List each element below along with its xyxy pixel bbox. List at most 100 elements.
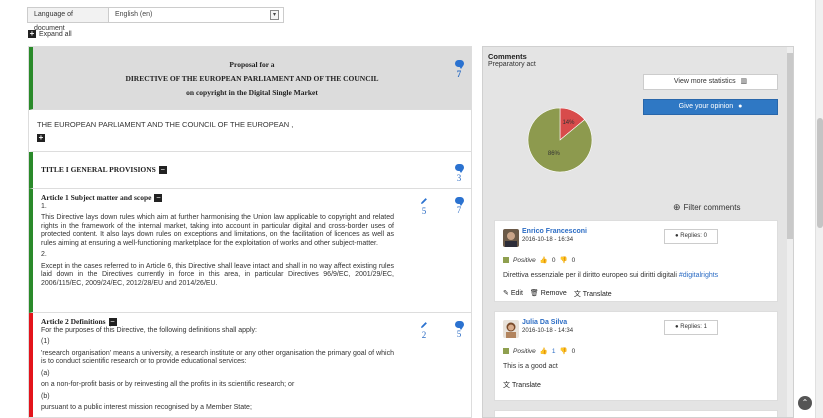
title-comments-counter[interactable]: 3 (452, 164, 466, 183)
title-section: TITLE I GENERAL PROVISIONS − 3 (29, 152, 471, 189)
speech-bubble-icon: ● (675, 324, 679, 330)
collapse-minus-icon[interactable]: − (158, 165, 167, 174)
avatar (503, 229, 519, 247)
page-scrollbar[interactable] (815, 0, 823, 418)
comment-actions: 文 Translate (503, 380, 541, 390)
pencil-icon: ✎ (503, 290, 509, 297)
comments-scrollbar-thumb[interactable] (787, 53, 793, 239)
thumbs-up-icon[interactable]: 👍 (540, 256, 548, 264)
language-dropdown[interactable]: English (en) ▾ (109, 8, 283, 22)
comment-count: 5 (456, 329, 462, 339)
positive-square-icon (503, 257, 509, 263)
pencil-icon (421, 198, 427, 204)
give-opinion-button[interactable]: Give your opinion ● (643, 99, 778, 115)
thumbs-down-icon[interactable]: 👎 (559, 256, 567, 264)
article-2-paragraph-1: 'research organisation' means a universi… (41, 349, 394, 366)
article-2-edits-counter[interactable]: 2 (417, 321, 431, 340)
article-2-intro: For the purposes of this Directive, the … (41, 326, 257, 334)
comment-author[interactable]: Enrico Francesconi (522, 228, 587, 235)
comment-text-row: Direttiva essenziale per il diritto euro… (503, 272, 718, 279)
edit-count: 2 (421, 330, 427, 340)
article-1-paragraph-1: This Directive lays down rules which aim… (41, 214, 394, 247)
article-1-edits-counter[interactable]: 5 (417, 197, 431, 216)
edit-label: Edit (510, 290, 523, 297)
expand-all-button[interactable]: + Expand all (28, 30, 72, 38)
translate-label: Translate (511, 382, 541, 389)
proposal-header: Proposal for a DIRECTIVE OF THE EUROPEAN… (29, 47, 471, 110)
proposal-line-1: Proposal for a (229, 60, 275, 69)
like-count: 1 (551, 347, 556, 355)
replies-label: Replies: 0 (680, 233, 707, 239)
comment-text-row: This is a good act (503, 363, 558, 370)
article-1-paragraph-2: Except in the cases referred to in Artic… (41, 262, 394, 287)
edit-link[interactable]: ✎ Edit (503, 289, 523, 299)
article-2-number-1: (1) (41, 338, 50, 345)
translate-link[interactable]: 文 Translate (503, 380, 541, 390)
article-1-number-1: 1. (41, 202, 47, 210)
article-1-comments-counter[interactable]: 7 (452, 197, 466, 215)
plus-icon: + (28, 29, 36, 38)
positive-square-icon (503, 348, 509, 354)
proposal-comments-counter[interactable]: 7 (452, 60, 466, 79)
comment-actions: ✎ Edit 🗑 Remove 文 Translate (503, 289, 612, 299)
comments-scrollbar[interactable] (787, 47, 793, 417)
sentiment-label: Positive (513, 256, 536, 264)
proposal-line-2: DIRECTIVE OF THE EUROPEAN PARLIAMENT AND… (125, 74, 379, 83)
comment-votes: Positive 👍 0 👎 0 (503, 256, 575, 264)
bar-chart-icon: ▥ (740, 78, 748, 85)
thumbs-down-icon[interactable]: 👎 (559, 347, 567, 355)
parliament-section: THE EUROPEAN PARLIAMENT AND THE COUNCIL … (29, 110, 471, 152)
title-heading: TITLE I GENERAL PROVISIONS − (41, 165, 167, 174)
comment-author[interactable]: Julia Da Silva (522, 319, 567, 326)
article-2-comments-counter[interactable]: 5 (452, 321, 466, 339)
view-statistics-label: View more statistics (673, 78, 736, 85)
edit-count: 5 (421, 206, 427, 216)
zoom-icon: ⊕ (673, 202, 681, 212)
comments-subtitle: Preparatory act (488, 61, 536, 68)
speech-bubble-icon: ● (738, 103, 743, 110)
page-scrollbar-thumb[interactable] (817, 118, 823, 228)
dropdown-caret-icon[interactable]: ▾ (270, 10, 279, 20)
comment-date: 2016-10-18 - 16:34 (522, 237, 574, 243)
language-selector[interactable]: Language of document English (en) ▾ (27, 7, 284, 32)
collapse-minus-icon[interactable]: − (154, 194, 163, 203)
replies-button[interactable]: ● Replies: 1 (664, 320, 718, 335)
article-2-paragraph-a: on a non-for-profit basis or by reinvest… (41, 381, 295, 388)
translate-link[interactable]: 文 Translate (574, 289, 612, 299)
scroll-to-top-icon[interactable]: ⌃ (798, 396, 812, 410)
comment-card: Enrico Francesconi 2016-10-18 - 16:34 ● … (494, 220, 778, 302)
article-1-title: Article 1 Subject matter and scope (41, 193, 152, 202)
trash-icon: 🗑 (529, 290, 539, 297)
parliament-text: THE EUROPEAN PARLIAMENT AND THE COUNCIL … (37, 120, 294, 129)
thumbs-up-icon[interactable]: 👍 (540, 347, 548, 355)
like-count: 0 (551, 256, 556, 264)
comment-votes: Positive 👍 1 👎 0 (503, 347, 575, 355)
comment-count: 3 (456, 173, 462, 183)
filter-comments-button[interactable]: ⊕ Filter comments (673, 202, 740, 213)
remove-label: Remove (540, 290, 567, 297)
dislike-count: 0 (571, 347, 576, 355)
comment-text: Direttiva essenziale per il diritto euro… (503, 272, 677, 279)
replies-button[interactable]: ● Replies: 0 (664, 229, 718, 244)
pie-label-0: 14% (562, 120, 575, 126)
article-2-number-b: (b) (41, 392, 50, 400)
hashtag-link[interactable]: #digitalrights (679, 272, 718, 279)
comment-bubble-icon (454, 60, 464, 69)
comments-panel: Comments Preparatory act View more stati… (482, 46, 794, 418)
translate-icon: 文 (573, 291, 581, 298)
translate-label: Translate (582, 291, 612, 298)
comment-bubble-icon (454, 321, 464, 330)
expand-plus-icon[interactable]: + (37, 134, 45, 142)
title-label: TITLE I GENERAL PROVISIONS (41, 165, 156, 174)
comment-text: This is a good act (503, 363, 558, 370)
remove-link[interactable]: 🗑 Remove (530, 289, 567, 299)
view-statistics-button[interactable]: View more statistics ▥ (643, 74, 778, 90)
expand-all-label: Expand all (39, 30, 72, 38)
comment-date: 2016-10-18 - 14:34 (522, 328, 574, 334)
comment-card: Julia Da Silva 2016-10-18 - 14:34 ● Repl… (494, 311, 778, 401)
avatar (503, 320, 519, 338)
comment-bubble-icon (454, 164, 464, 173)
article-2-section: Article 2 Definitions − For the purposes… (29, 313, 471, 417)
document-panel: Proposal for a DIRECTIVE OF THE EUROPEAN… (28, 46, 472, 418)
collapse-minus-icon[interactable]: − (108, 318, 117, 327)
